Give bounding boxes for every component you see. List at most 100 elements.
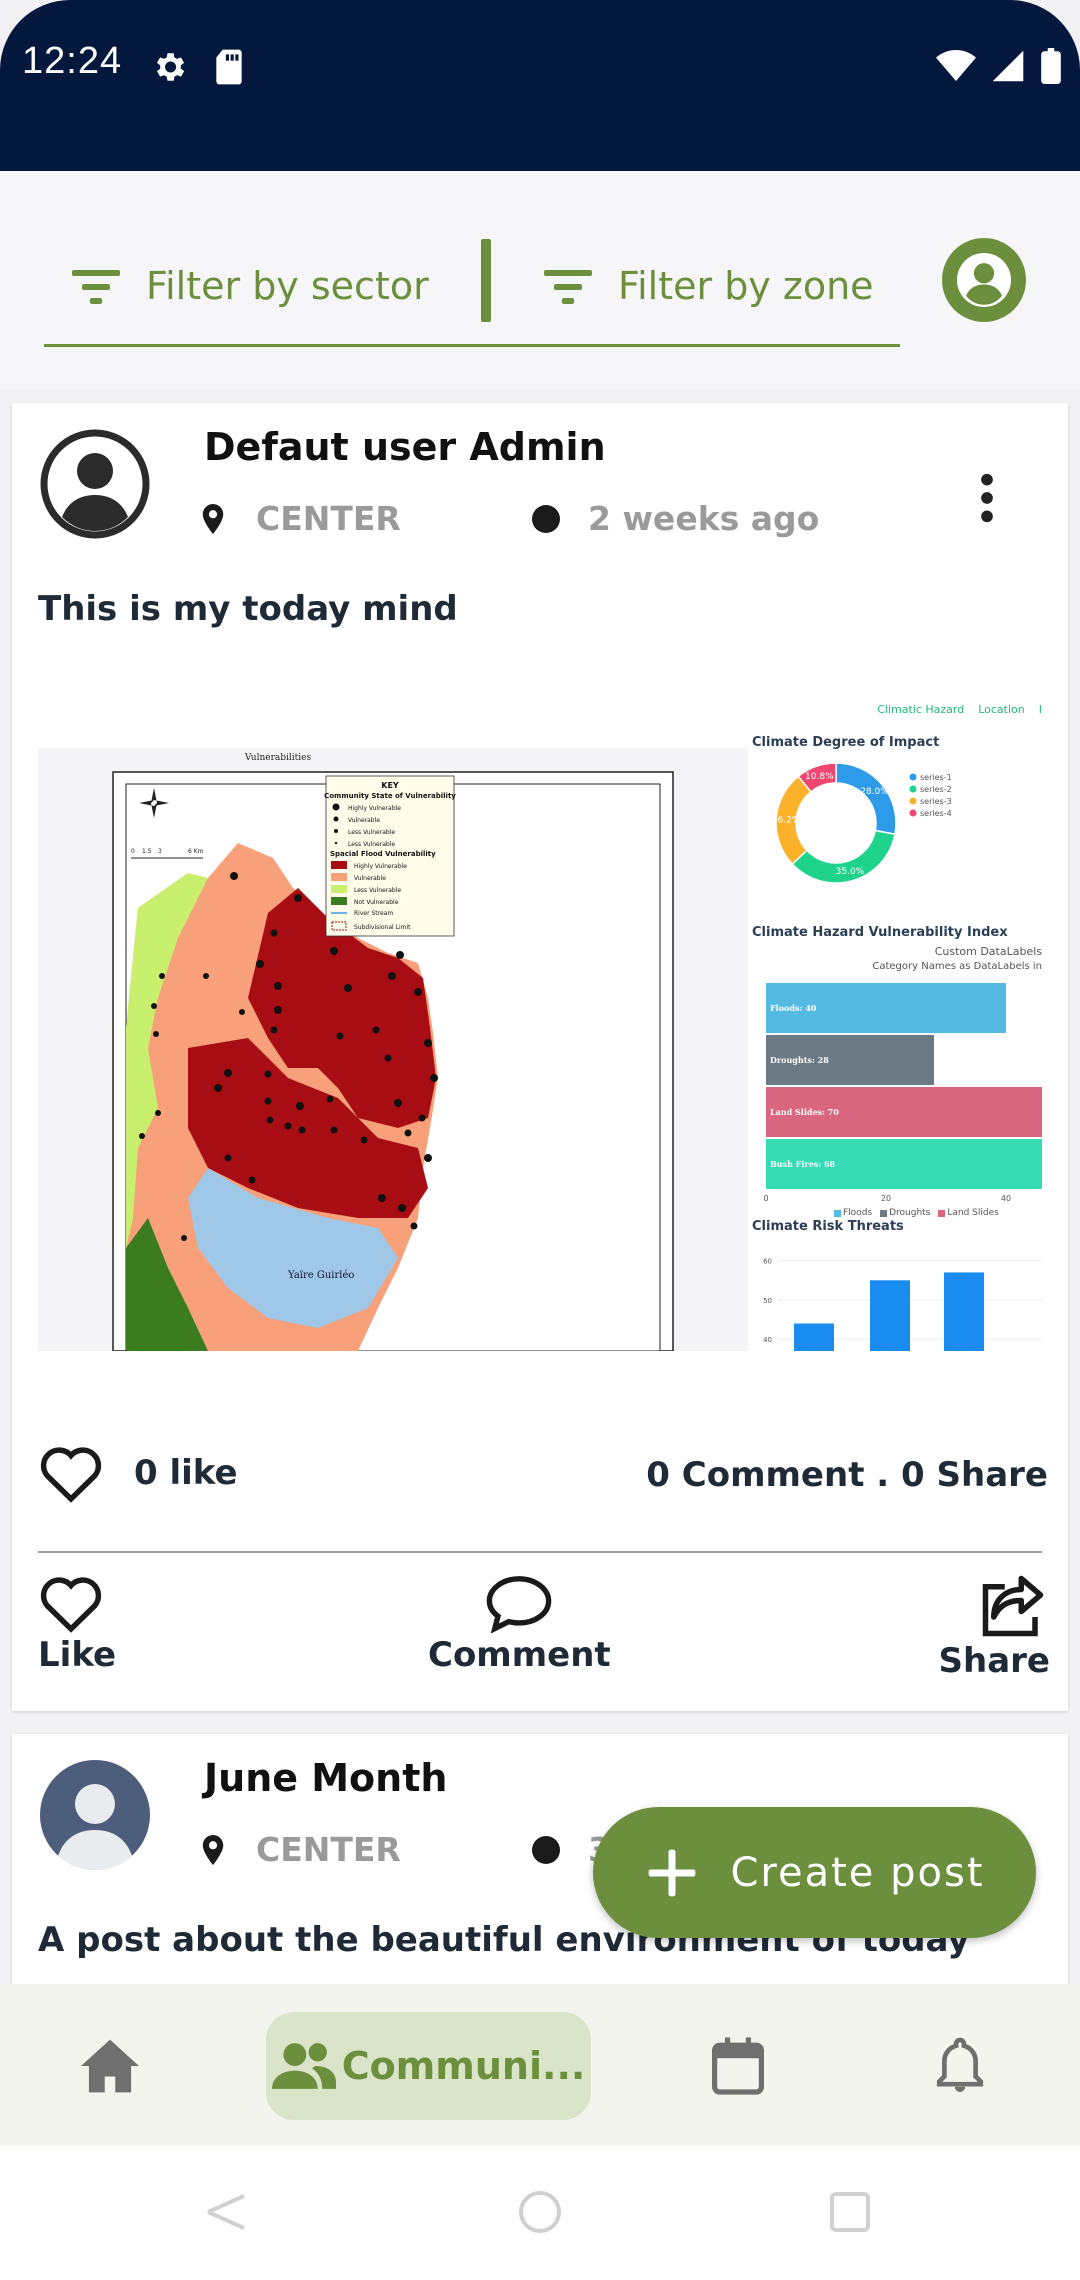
post-card: Defaut user Admin CENTER 2 weeks ago Thi… — [12, 403, 1068, 1711]
map-scale-label: 3 — [158, 848, 162, 855]
x-tick-label: 40 — [1001, 1194, 1011, 1203]
map-key-item: Highly Vulnerable — [348, 805, 401, 812]
legend-marker — [909, 797, 917, 805]
map-scale-label: 0 — [131, 848, 135, 855]
comment-share-count[interactable]: 0 Comment . 0 Share — [646, 1455, 1048, 1495]
donut-chart: 28.0% 35.0% 26.2% 10.8% series-1 series-2 seri… — [772, 762, 952, 884]
map-key-title: KEY — [381, 781, 399, 790]
actions-divider — [38, 1551, 1042, 1553]
status-icons-left — [150, 48, 246, 86]
map-scale-label: 1.5 — [142, 848, 152, 855]
legend-swatch — [938, 1209, 946, 1217]
donut-slice-label: 28.0% — [860, 787, 889, 797]
filter-divider — [481, 239, 491, 322]
author-name[interactable]: Defaut user Admin — [204, 425, 606, 469]
hazard-bar-label: Droughts: 28 — [770, 1055, 829, 1065]
status-icons-right — [936, 48, 1062, 84]
nav-community-label: Communi... — [341, 2044, 586, 2088]
map-key-item: Less Vulnerable — [348, 841, 395, 848]
dashboard-nav: Climatic Hazard Location I — [877, 703, 1042, 716]
recents-icon[interactable] — [828, 2190, 872, 2234]
author-name[interactable]: June Month — [204, 1756, 447, 1800]
climate-dashboard: Climatic Hazard Location I Climate Degre… — [748, 693, 1042, 1351]
map-flood-item: Highly Vulnerable — [354, 863, 407, 870]
legend-item: Droughts — [880, 1208, 930, 1218]
nav-community[interactable]: Communi... — [266, 2012, 591, 2120]
group-icon — [271, 2043, 336, 2089]
hazard-bar-label: Land Slides: 70 — [770, 1107, 839, 1117]
nav-calendar[interactable] — [688, 2012, 788, 2120]
filter-by-zone-button[interactable]: Filter by zone — [544, 253, 874, 319]
x-tick-label: 20 — [881, 1194, 891, 1203]
map-flood-item: Less Vulnerable — [354, 887, 401, 894]
legend-swatch — [834, 1209, 841, 1217]
bar-legend: Floods Droughts Land Slides — [834, 1208, 999, 1218]
legend-marker — [909, 809, 917, 817]
like-button[interactable]: Like — [38, 1573, 116, 1675]
y-tick-label: 50 — [763, 1297, 772, 1305]
hazard-bar-chart: Floods: 40 Droughts: 28 Land Slides: 70 Bus… — [763, 983, 1042, 1203]
comment-bubble-icon — [487, 1576, 552, 1633]
map-title: Vulnerabilities — [244, 753, 312, 763]
dashboard-nav-item: I — [1038, 703, 1042, 716]
comment-button-label: Comment — [428, 1635, 611, 1675]
vulnerability-map: Vulnerabilities Yaïre Guirléo KEY Commun… — [38, 748, 748, 1351]
risk-bar — [794, 1323, 834, 1351]
post-time-label: 2 weeks ago — [588, 499, 820, 538]
heart-outline-icon — [40, 1447, 102, 1503]
filter-bar: Filter by sector Filter by zone — [0, 171, 1080, 389]
legend-label: Floods — [843, 1208, 873, 1218]
y-tick-label: 60 — [763, 1258, 772, 1266]
filter-by-sector-label: Filter by sector — [146, 264, 429, 308]
share-button[interactable]: Share — [939, 1573, 1050, 1681]
user-avatar-icon — [40, 1760, 150, 1871]
post-time: 2 weeks ago — [532, 499, 819, 538]
donut-chart-title: Climate Degree of Impact — [752, 735, 940, 750]
legend-label: series-3 — [920, 797, 952, 806]
legend-marker — [909, 785, 917, 793]
author-avatar[interactable] — [40, 1760, 150, 1871]
share-icon — [982, 1575, 1044, 1637]
nav-notifications[interactable] — [910, 2012, 1010, 2120]
like-count[interactable]: 0 like — [38, 1443, 238, 1503]
legend-label: series-1 — [920, 773, 952, 782]
nav-home[interactable] — [60, 2012, 160, 2120]
map-flood-item: Subdivisional Limit — [354, 924, 411, 931]
bell-icon — [936, 2037, 984, 2092]
filter-by-sector-button[interactable]: Filter by sector — [72, 253, 429, 319]
legend-label: series-2 — [920, 785, 952, 794]
map-flood-title: Spacial Flood Vulnerability — [330, 850, 436, 858]
back-icon[interactable] — [200, 2192, 250, 2232]
risk-bar — [870, 1280, 910, 1351]
post-location: CENTER — [202, 499, 401, 538]
donut-slice-label: 35.0% — [836, 867, 865, 877]
profile-button[interactable] — [942, 238, 1026, 322]
donut-slice-label: 26.2% — [772, 816, 801, 826]
plus-icon — [649, 1849, 696, 1896]
legend-swatch — [880, 1209, 888, 1217]
comment-button[interactable]: Comment — [428, 1573, 611, 1675]
bar-chart-subtitle: Custom DataLabels — [934, 945, 1042, 958]
post-meta: CENTER 2 weeks ago — [202, 499, 822, 549]
cell-signal-icon — [992, 50, 1024, 82]
post-image[interactable]: Vulnerabilities Yaïre Guirléo KEY Commun… — [38, 693, 1042, 1351]
x-tick-label: 0 — [763, 1194, 768, 1203]
bar-chart-subtitle: Category Names as DataLabels in — [872, 961, 1042, 972]
map-lake-label: Yaïre Guirléo — [287, 1270, 354, 1281]
like-button-label: Like — [38, 1635, 117, 1675]
location-pin-icon — [202, 503, 224, 534]
legend-label: series-4 — [920, 809, 952, 818]
legend-marker — [909, 773, 917, 781]
status-time: 12:24 — [22, 40, 123, 82]
map-flood-item: Not Vulnerable — [354, 899, 399, 906]
share-button-label: Share — [938, 1641, 1050, 1681]
wifi-icon — [936, 50, 976, 81]
hazard-bar-label: Bush Fires: 68 — [770, 1159, 836, 1169]
map-key-item: Less Vulnerable — [348, 829, 395, 836]
create-post-button[interactable]: Create post — [593, 1807, 1036, 1938]
home-circle-icon[interactable] — [518, 2190, 562, 2234]
author-avatar[interactable] — [40, 429, 150, 539]
more-options-button[interactable] — [972, 473, 1002, 523]
legend-label: Droughts — [889, 1208, 931, 1218]
post-location-label: CENTER — [256, 1830, 401, 1869]
